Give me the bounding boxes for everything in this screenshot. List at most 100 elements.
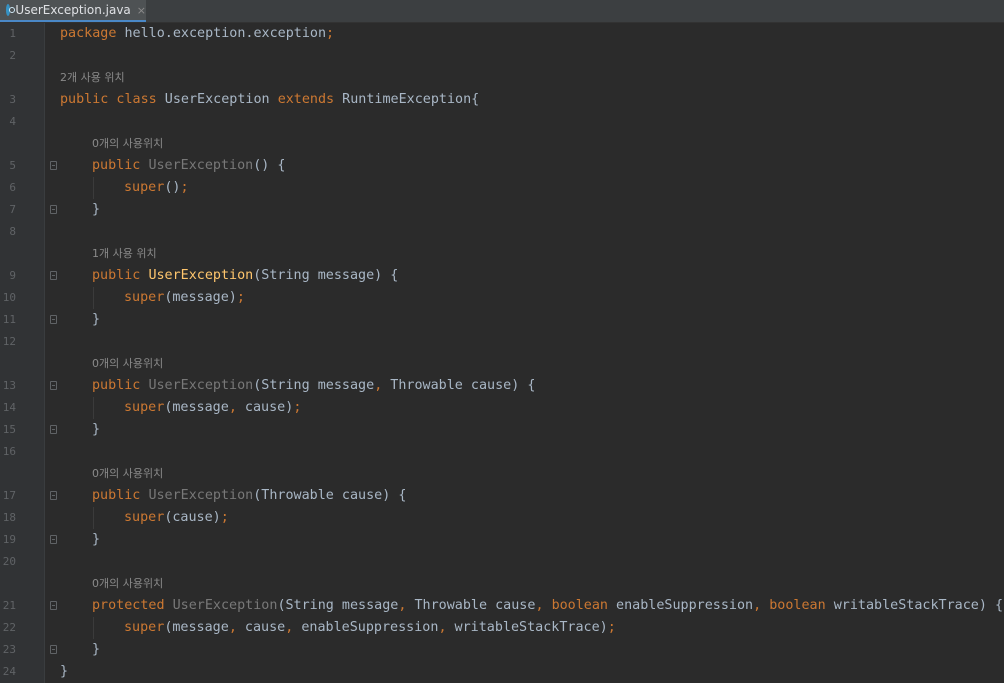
code-text[interactable]: protected UserException(String message, … [92,595,1003,617]
code-text[interactable]: super(message); [124,287,245,309]
line-number: 8 [9,225,16,238]
fold-close-icon[interactable] [50,315,57,324]
line-number: 7 [9,203,16,216]
line-number: 10 [2,291,16,304]
code-token: enableSuppression [608,598,754,613]
code-token: ; [180,180,189,195]
code-token: ; [293,400,302,415]
tab-user-exception-java[interactable]: UserException.java × [0,0,146,22]
code-line: 4 [0,111,1004,133]
usage-hint[interactable]: 0개의 사용위치 [92,573,163,595]
fold-close-icon[interactable] [50,645,57,654]
code-token: } [92,312,101,327]
line-number: 2 [9,49,16,62]
indent-guide [93,617,94,639]
code-text[interactable]: package hello.exception.exception; [60,23,334,45]
code-token: (message [164,400,229,415]
code-token: boolean [769,598,826,613]
code-token: super [124,290,165,305]
code-token: UserException [148,158,254,173]
fold-close-icon[interactable] [50,205,57,214]
code-token: ; [236,290,245,305]
usage-hint[interactable]: 2개 사용 위치 [60,67,125,89]
code-text[interactable]: public UserException() { [92,155,286,177]
usage-hint[interactable]: 0개의 사용위치 [92,463,163,485]
code-line: 2 [0,45,1004,67]
code-token: , [753,598,762,613]
code-token: , [438,620,447,635]
code-text[interactable]: } [92,309,100,331]
code-text[interactable]: } [92,639,100,661]
code-token: (Throwable cause) { [253,488,407,503]
code-text[interactable]: super(message, cause); [124,397,301,419]
line-number: 1 [9,27,16,40]
code-token: public [92,158,141,173]
code-editor[interactable]: 1 package hello.exception.exception; 2 2개 사… [0,23,1004,683]
code-token: public [92,378,141,393]
usage-hint[interactable]: 0개의 사용위치 [92,133,163,155]
tab-label: UserException.java [15,3,131,17]
code-token: public class [60,92,157,107]
code-token: Throwable cause) { [382,378,536,393]
fold-open-icon[interactable] [50,381,57,390]
fold-open-icon[interactable] [50,491,57,500]
usage-hint-row: 1개 사용 위치 [0,243,1004,265]
code-line: 13 public UserException(String message, T… [0,375,1004,397]
code-token: extends [277,92,335,107]
usage-hint[interactable]: 0개의 사용위치 [92,353,163,375]
usage-hint-row: 0개의 사용위치 [0,353,1004,375]
code-text[interactable]: public UserException(String message, Thr… [92,375,535,397]
code-text[interactable]: } [92,199,100,221]
usage-hint[interactable]: 1개 사용 위치 [92,243,157,265]
line-number: 9 [9,269,16,282]
code-text[interactable]: } [92,419,100,441]
code-text[interactable]: public class UserException extends Runti… [60,89,479,111]
code-token: (message [164,620,229,635]
code-text[interactable]: super(cause); [124,507,229,529]
code-token: Throwable cause [406,598,536,613]
code-token: () { [253,158,286,173]
code-line: 21 protected UserException(String message… [0,595,1004,617]
fold-close-icon[interactable] [50,535,57,544]
code-token: super [124,510,165,525]
code-text[interactable]: super(); [124,177,189,199]
fold-open-icon[interactable] [50,271,57,280]
usage-hint-row: 0개의 사용위치 [0,573,1004,595]
code-text[interactable]: super(message, cause, enableSuppression,… [124,617,616,639]
usage-hint-row: 0개의 사용위치 [0,133,1004,155]
code-line: 20 [0,551,1004,573]
code-line: 1 package hello.exception.exception; [0,23,1004,45]
usage-hint-row: 0개의 사용위치 [0,463,1004,485]
line-number: 19 [2,533,16,546]
code-text[interactable]: public UserException(Throwable cause) { [92,485,406,507]
fold-close-icon[interactable] [50,425,57,434]
code-text[interactable]: } [60,661,68,683]
code-line: 12 [0,331,1004,353]
code-token: writableStackTrace) { [825,598,1004,613]
code-token: (message) [164,290,237,305]
code-line: 17 public UserException(Throwable cause) … [0,485,1004,507]
close-icon[interactable]: × [137,4,146,17]
line-number: 6 [9,181,16,194]
code-line: 6 super(); [0,177,1004,199]
code-token: , [535,598,544,613]
line-number: 3 [9,93,16,106]
line-number: 24 [2,665,16,678]
fold-open-icon[interactable] [50,601,57,610]
code-token: UserException [172,598,278,613]
code-token: () [164,180,181,195]
code-token: } [92,422,101,437]
editor-tab-bar: UserException.java × [0,0,1004,23]
indent-guide [93,507,94,529]
fold-open-icon[interactable] [50,161,57,170]
code-token: UserException [148,488,254,503]
indent-guide [93,287,94,309]
line-number: 22 [2,621,16,634]
code-line: 24} [0,661,1004,683]
code-token: RuntimeException{ [334,92,480,107]
code-token: super [124,620,165,635]
code-line: 7} [0,199,1004,221]
line-number: 17 [2,489,16,502]
code-text[interactable]: } [92,529,100,551]
code-text[interactable]: public UserException(String message) { [92,265,398,287]
